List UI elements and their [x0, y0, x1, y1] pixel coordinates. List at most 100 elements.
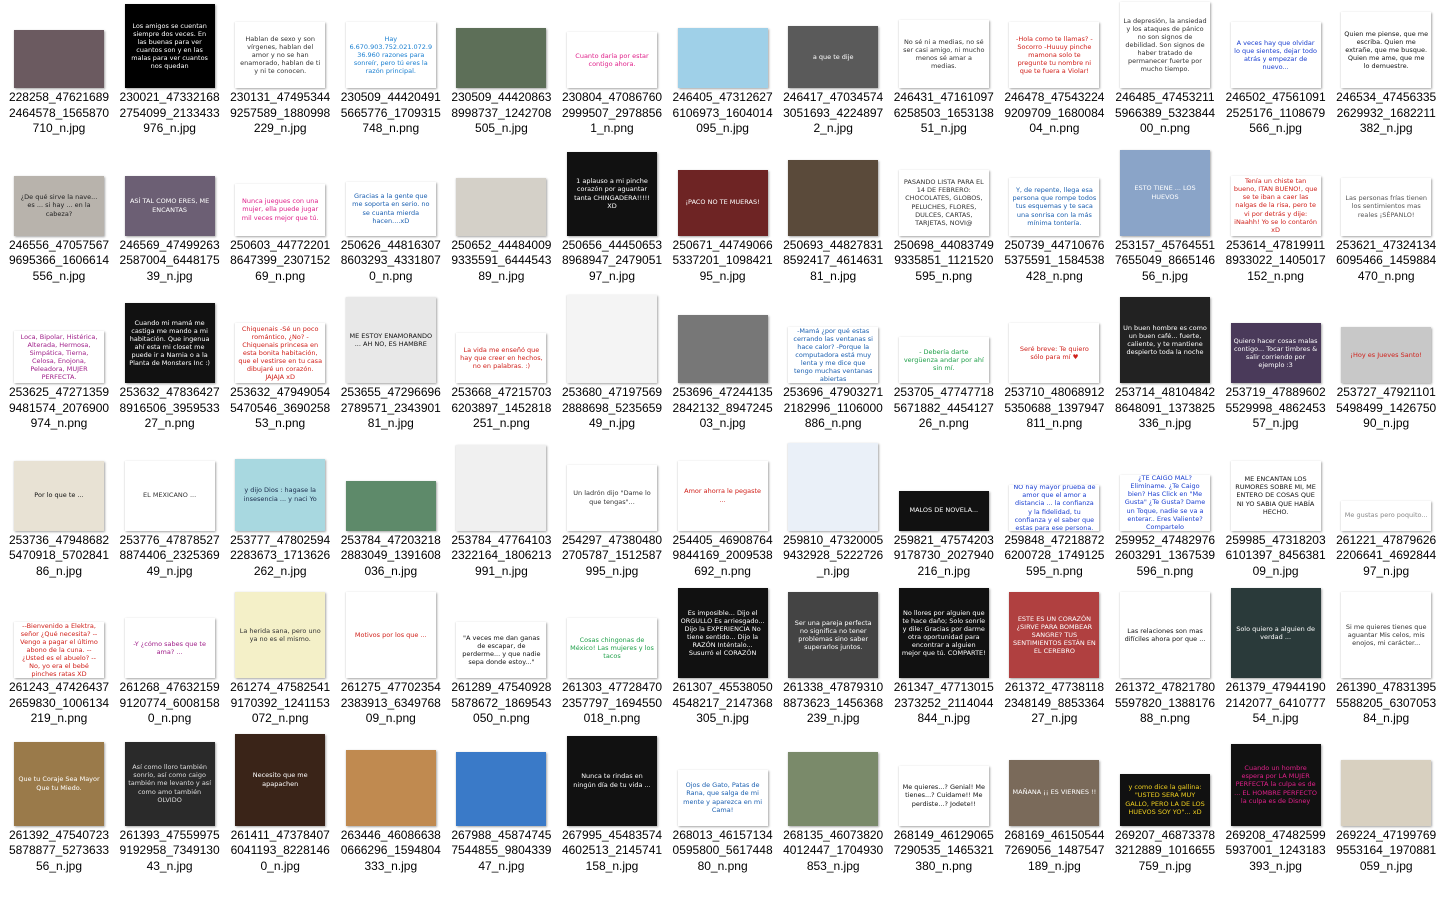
file-item[interactable]: Un buen hombre es como un buen café... f…: [1110, 297, 1220, 437]
file-item[interactable]: ESTO TIENE ... LOS HUEVOS 253157_45764551…: [1110, 149, 1220, 290]
file-item[interactable]: y dijo Dios : hagase la insesencia ... y…: [225, 445, 335, 585]
file-item[interactable]: --Bienvenido a Elektra, señor ¿Qué neces…: [4, 592, 114, 732]
file-name: 250603_44772201 8647399_2307152 69_n.png: [225, 238, 335, 285]
file-item[interactable]: MAÑANA ¡¡ ES VIERNES !! 268169_46150544 72…: [999, 740, 1109, 880]
file-item[interactable]: ME ENCANTAN LOS RUMORES SOBRE MI, ME ENT…: [1221, 445, 1331, 585]
file-item[interactable]: Es imposible... Dijo el ORGULLO Es arrie…: [668, 588, 778, 732]
file-item[interactable]: A veces hay que olvidar lo que sientes, …: [1221, 2, 1331, 142]
file-item[interactable]: 269224_47199769 9553164_1970881 059_n.jpg: [1331, 740, 1441, 880]
file-item[interactable]: Solo quiero a alguien de verdad ... 26137…: [1221, 588, 1331, 732]
file-item[interactable]: 263446_46086638 0666296_1594804 333_n.jpg: [336, 740, 446, 880]
file-name-line: 9209709_1680084: [1004, 105, 1105, 120]
file-item[interactable]: ¡PACO NO TE MUERAS! 250671_44749066 533720…: [668, 150, 778, 290]
file-item[interactable]: 267988_45874745 7544855_9804339 47_n.jpg: [446, 740, 556, 880]
file-item[interactable]: Ser una pareja perfecta no significa no …: [778, 592, 888, 732]
file-item[interactable]: EL MEXICANO ... 253776_47878527 8874406_23…: [115, 445, 225, 585]
file-item[interactable]: Si me quieres tienes que aguantar Mis ce…: [1331, 592, 1441, 732]
file-item[interactable]: ESTE ES UN CORAZÓN ¿SIRVE PARA BOMBEAR S…: [999, 592, 1109, 732]
file-item[interactable]: Quien me piense, que me escriba. Quien m…: [1331, 2, 1441, 142]
file-item[interactable]: 246405_47312627 6106973_1604014 095_n.jpg: [668, 2, 778, 142]
file-item[interactable]: Los amigos se cuentan siempre dos veces.…: [115, 2, 225, 142]
file-item[interactable]: NO hay mayor prueba de amor que el amor …: [999, 445, 1109, 585]
file-thumbnail: Si me quieres tienes que aguantar Mis ce…: [1341, 592, 1432, 678]
file-item[interactable]: a que te dije 246417_47034574 3051693_4224…: [778, 2, 888, 142]
file-item[interactable]: La herida sana, pero uno ya no es el mis…: [225, 592, 335, 732]
file-item[interactable]: ¿TE CAIGO MAL? Elimíname. ¿Te Caigo bien…: [1110, 445, 1220, 585]
file-thumbnail: -Y ¿cómo sabes que te ama? ...: [124, 618, 215, 678]
file-item[interactable]: No llores por alguien que te hace daño; …: [889, 588, 999, 732]
file-item[interactable]: La depresión, la ansiedad y los ataques …: [1110, 2, 1220, 142]
file-name-line: 261372_47738118: [1004, 680, 1104, 694]
file-name-line: 2206641_4692844: [1336, 548, 1437, 562]
file-name: 253668_47215703 6203897_1452818 251_n.png: [446, 385, 556, 432]
file-name-line: 036_n.jpg: [364, 563, 418, 578]
file-item[interactable]: MALOS DE NOVELA... 259821_47574203 9178730…: [889, 445, 999, 585]
file-item[interactable]: y como dice la gallina: "USTED SERA MUY …: [1110, 740, 1220, 880]
file-item[interactable]: Y, de repente, llega esa persona que rom…: [999, 150, 1109, 290]
file-name-line: 253776_47878527: [119, 532, 220, 547]
file-name-line: 230804_47086760: [561, 90, 663, 104]
file-item[interactable]: Me gustas pero poquito... 261221_47879626…: [1331, 445, 1441, 585]
file-item[interactable]: 253680_47197569 2888698_5235659 49_n.jpg: [557, 295, 667, 437]
file-item[interactable]: 250652_44484009 9335591_6444543 89_n.jpg: [446, 150, 556, 290]
file-item[interactable]: Cuanto daría por estar contigo ahora. 230…: [557, 2, 667, 142]
file-item[interactable]: 228258_47621689 2464578_1565870 710_n.jpg: [4, 2, 114, 142]
file-item[interactable]: Por lo que te ... 253736_47948682 5470918…: [4, 445, 114, 585]
file-name-line: 88_n.png: [1139, 711, 1191, 725]
file-item[interactable]: 259810_47320005 9432928_5222726 _n.jpg: [778, 442, 888, 585]
file-name: 261268_47632159 9120774_6008158 0_n.png: [115, 680, 225, 727]
file-item[interactable]: Cuando mi mamá me castiga me mando a mi …: [115, 297, 225, 437]
file-item[interactable]: Tenía un chiste tan bueno, ITAN BUENO!, …: [1221, 150, 1331, 290]
file-item[interactable]: Un ladrón dijo "Dame lo que tengas"... 25…: [557, 445, 667, 585]
file-item[interactable]: Hay 6.670.903.752.021.072.936.960 razone…: [336, 2, 446, 142]
file-name-line: 5529998_4862453: [1225, 400, 1326, 415]
file-item[interactable]: "A veces me dan ganas de escapar, de per…: [446, 592, 556, 732]
file-item[interactable]: Que tu Coraje Sea Mayor Que tu Miedo. 261…: [4, 740, 114, 880]
file-item[interactable]: 1 aplauso a mi pinche corazón por aguant…: [557, 150, 667, 290]
file-name-line: 86_n.jpg: [35, 563, 83, 578]
file-item[interactable]: Hablan de sexo y son vírgenes, hablan de…: [225, 2, 335, 142]
file-item[interactable]: No sé ni a medias, no sé ser casi amigo,…: [889, 2, 999, 142]
file-name-line: 253727_47921101: [1336, 385, 1436, 399]
file-item[interactable]: Necesito que me apapachen 261411_47378407…: [225, 733, 335, 880]
file-item[interactable]: Cuando un hombre espera por LA MUJER PER…: [1221, 740, 1331, 880]
file-item[interactable]: 250693_44827831 8592417_4614631 81_n.jpg: [778, 150, 888, 290]
file-item[interactable]: Motivos por los que ... 261275_47702354 23…: [336, 592, 446, 732]
file-thumbnail: [677, 28, 768, 88]
file-item[interactable]: Amor ahorra le pegaste ... 254405_4690876…: [668, 445, 778, 585]
file-name-line: 6101397_8456381: [1225, 548, 1326, 562]
file-item[interactable]: ME ESTOY ENAMORANDO ... AH NO, ES HAMBRE…: [336, 297, 446, 437]
file-item[interactable]: Nunca juegues con una mujer, ella puede …: [225, 150, 335, 290]
file-item[interactable]: 253784_47203218 2883049_1391608 036_n.jpg: [336, 445, 446, 585]
file-item[interactable]: 268135_46073820 4012447_1704930 853_n.jpg: [778, 740, 888, 880]
file-item[interactable]: Ojos de Gato, Patas de Rana, que salga d…: [668, 740, 778, 880]
file-thumbnail: [788, 751, 879, 826]
file-item[interactable]: Me quieres...? Genial! Me tienes...? Cui…: [889, 740, 999, 880]
file-name-line: 6095466_1459884: [1336, 253, 1437, 267]
file-item[interactable]: ASÍ TAL COMO ERES, ME ENCANTAS 246569_474…: [115, 150, 225, 290]
file-item[interactable]: 253784_47764103 2322164_1806213 991_n.jpg: [446, 444, 556, 585]
file-item[interactable]: -Y ¿cómo sabes que te ama? ... 261268_476…: [115, 592, 225, 732]
file-item[interactable]: Chiquenais -Sé un poco romántico, ¿No? -…: [225, 297, 335, 437]
file-item[interactable]: ¿De qué sirve la nave... es ... si hay .…: [4, 150, 114, 290]
file-name-line: 246478_47543224: [1004, 90, 1105, 104]
file-item[interactable]: -Hola como te llamas? -Socorro -Huuuy pi…: [999, 2, 1109, 142]
file-item[interactable]: Gracias a la gente que me soporta en ser…: [336, 150, 446, 290]
file-item[interactable]: Las relaciones son mas difíciles ahora p…: [1110, 592, 1220, 732]
thumbnail-text: La herida sana, pero uno ya no es el mis…: [239, 626, 321, 643]
file-item[interactable]: 253696_47244135 2842132_8947245 03_n.jpg: [668, 297, 778, 437]
file-item[interactable]: Las personas frías tienen los sentimient…: [1331, 150, 1441, 290]
file-item[interactable]: Quiero hacer cosas malas contigo... Toca…: [1221, 297, 1331, 437]
file-item[interactable]: Loca, Bipolar, Histérica, Alterada, Herm…: [4, 297, 114, 437]
file-item[interactable]: Seré breve: Te quiero sólo para mí ♥ 2537…: [999, 297, 1109, 437]
file-item[interactable]: -Mamá ¿por qué estas cerrando las ventan…: [778, 297, 888, 437]
file-item[interactable]: Cosas chingonas de México! Las mujeres y…: [557, 592, 667, 732]
file-item[interactable]: - Debería darte vergüenza andar por ahí …: [889, 297, 999, 437]
file-item[interactable]: PASANDO LISTA PARA EL 14 DE FEBRERO: CHO…: [889, 150, 999, 290]
file-item[interactable]: ¡Hoy es Jueves Santo! 253727_47921101 5498…: [1331, 297, 1441, 437]
file-item[interactable]: Así como lloro también sonrío, así como …: [115, 740, 225, 880]
file-name-line: 5375591_1584538: [1004, 253, 1105, 267]
file-item[interactable]: 230509_44420863 8998737_1242708 505_n.jpg: [446, 2, 556, 142]
file-item[interactable]: La vida me enseñó que hay que creer en h…: [446, 297, 556, 437]
file-item[interactable]: Nunca te rindas en ningún día de tu vida…: [557, 735, 667, 880]
